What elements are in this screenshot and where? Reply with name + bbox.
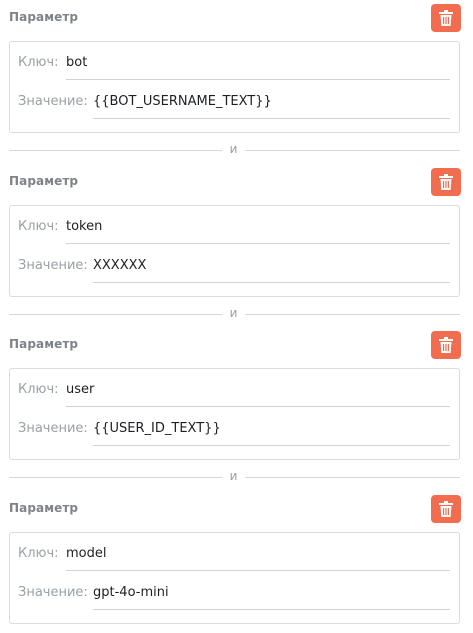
delete-parameter-button[interactable] (431, 168, 461, 196)
parameter-header: Параметр (0, 164, 473, 200)
delete-parameter-button[interactable] (431, 331, 461, 359)
value-row: Значение: XXXXXX (10, 245, 459, 283)
separator-line-right (245, 150, 460, 151)
key-value: model (66, 546, 107, 561)
trash-icon (439, 174, 453, 190)
key-label: Ключ: (18, 382, 59, 397)
parameter-header: Параметр (0, 0, 473, 36)
key-label: Ключ: (18, 219, 59, 234)
parameter-header: Параметр (0, 491, 473, 527)
and-separator: и (9, 306, 460, 321)
key-value: bot (66, 55, 88, 70)
value-input[interactable]: {{USER_ID_TEXT}} (93, 418, 450, 446)
value-label: Значение: (18, 94, 88, 109)
separator-line-left (9, 477, 222, 478)
value-value: gpt-4o-mini (93, 585, 169, 600)
key-row: Ключ: bot (10, 42, 459, 80)
key-input[interactable]: user (66, 379, 450, 407)
value-input[interactable]: {{BOT_USERNAME_TEXT}} (93, 91, 450, 119)
separator-label: и (229, 306, 238, 320)
key-value: user (66, 382, 95, 397)
separator-label: и (229, 469, 238, 483)
parameter-title: Параметр (9, 10, 79, 24)
key-label: Ключ: (18, 55, 59, 70)
value-label: Значение: (18, 585, 88, 600)
key-input[interactable]: model (66, 543, 450, 571)
key-label: Ключ: (18, 546, 59, 561)
value-row: Значение: {{USER_ID_TEXT}} (10, 408, 459, 446)
key-input[interactable]: token (66, 216, 450, 244)
value-label: Значение: (18, 421, 88, 436)
key-input[interactable]: bot (66, 52, 450, 80)
key-row: Ключ: user (10, 369, 459, 407)
separator-line-left (9, 150, 222, 151)
and-separator: и (9, 142, 460, 157)
trash-icon (439, 10, 453, 26)
value-row: Значение: {{BOT_USERNAME_TEXT}} (10, 81, 459, 119)
parameter-title: Параметр (9, 174, 79, 188)
parameter-card: Ключ: model Значение: gpt-4o-mini (9, 532, 460, 624)
delete-parameter-button[interactable] (431, 495, 461, 523)
separator-line-right (245, 314, 460, 315)
value-input[interactable]: gpt-4o-mini (93, 582, 450, 610)
parameter-block: Параметр Ключ: user Значение: {{USER_ID_… (0, 327, 473, 491)
trash-icon (439, 337, 453, 353)
parameter-block: Параметр Ключ: bot Значение: {{BOT_USERN… (0, 0, 473, 164)
separator-line-left (9, 314, 222, 315)
separator-line-right (245, 477, 460, 478)
key-row: Ключ: token (10, 206, 459, 244)
delete-parameter-button[interactable] (431, 4, 461, 32)
trash-icon (439, 501, 453, 517)
parameter-block: Параметр Ключ: token Значение: XXXXXX и (0, 164, 473, 328)
key-value: token (66, 219, 103, 234)
parameter-block: Параметр Ключ: model Значение: gpt-4o-mi… (0, 491, 473, 633)
value-row: Значение: gpt-4o-mini (10, 572, 459, 610)
separator-label: и (229, 142, 238, 156)
value-value: {{BOT_USERNAME_TEXT}} (93, 94, 272, 109)
value-label: Значение: (18, 258, 88, 273)
value-value: XXXXXX (93, 258, 147, 273)
value-value: {{USER_ID_TEXT}} (93, 421, 221, 436)
and-separator: и (9, 469, 460, 484)
key-row: Ключ: model (10, 533, 459, 571)
parameter-card: Ключ: bot Значение: {{BOT_USERNAME_TEXT}… (9, 41, 460, 133)
parameter-card: Ключ: user Значение: {{USER_ID_TEXT}} (9, 368, 460, 460)
parameter-title: Параметр (9, 337, 79, 351)
parameter-title: Параметр (9, 501, 79, 515)
parameter-header: Параметр (0, 327, 473, 363)
parameter-card: Ключ: token Значение: XXXXXX (9, 205, 460, 297)
value-input[interactable]: XXXXXX (93, 255, 450, 283)
